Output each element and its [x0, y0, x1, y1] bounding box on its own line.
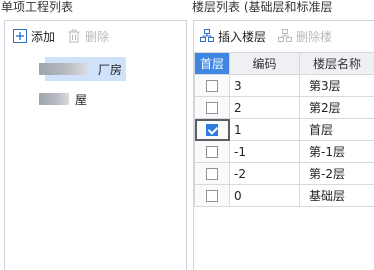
project-list-title: 单项工程列表 [1, 0, 186, 16]
delete-floor-button[interactable]: 删除楼 [278, 21, 332, 51]
delete-project-button[interactable]: 删除 [67, 21, 109, 51]
project-tree: 厂房 屋 [5, 57, 186, 111]
add-project-label: 添加 [31, 28, 55, 45]
code-cell[interactable]: 0 [230, 185, 300, 207]
floor-name-cell[interactable]: 第3层 [299, 75, 374, 97]
floor-name-cell[interactable]: 基础层 [299, 185, 374, 207]
delete-row-icon [278, 29, 292, 43]
floor-table: 首层 编码 楼层名称 3 第3层 2 第2层 1 首层 [194, 52, 374, 207]
table-row[interactable]: 1 首层 [195, 119, 374, 141]
first-floor-checkbox[interactable] [206, 124, 218, 136]
project-list-panel: 添加 删除 厂房 屋 [4, 20, 187, 270]
first-floor-checkbox[interactable] [206, 168, 218, 180]
code-cell[interactable]: 1 [230, 119, 300, 141]
table-row[interactable]: 0 基础层 [195, 185, 374, 207]
insert-floor-label: 插入楼层 [218, 28, 266, 45]
table-header-row: 首层 编码 楼层名称 [195, 53, 374, 75]
first-floor-cell[interactable] [195, 97, 230, 119]
redacted-text [39, 93, 69, 105]
table-row[interactable]: 2 第2层 [195, 97, 374, 119]
insert-floor-button[interactable]: 插入楼层 [200, 21, 266, 51]
first-floor-checkbox[interactable] [206, 190, 218, 202]
tree-item-label: 厂房 [98, 61, 122, 78]
code-cell[interactable]: 2 [230, 97, 300, 119]
floor-name-cell[interactable]: 第-2层 [299, 163, 374, 185]
code-cell[interactable]: -2 [230, 163, 300, 185]
project-toolbar: 添加 删除 [5, 21, 186, 51]
plus-square-icon [13, 29, 27, 43]
table-row[interactable]: -1 第-1层 [195, 141, 374, 163]
floor-name-cell[interactable]: 首层 [299, 119, 374, 141]
redacted-text [39, 63, 87, 75]
tree-item-project-1[interactable]: 厂房 [45, 57, 126, 81]
code-cell[interactable]: 3 [230, 75, 300, 97]
first-floor-checkbox[interactable] [206, 146, 218, 158]
first-floor-cell[interactable] [195, 141, 230, 163]
floor-list-title: 楼层列表 (基础层和标准层 [192, 0, 374, 16]
code-cell[interactable]: -1 [230, 141, 300, 163]
first-floor-cell[interactable] [195, 119, 230, 141]
floor-toolbar: 插入楼层 删除楼 [194, 21, 374, 51]
insert-row-icon [200, 29, 214, 43]
column-header-first-floor[interactable]: 首层 [195, 53, 230, 75]
first-floor-checkbox[interactable] [206, 102, 218, 114]
delete-floor-label: 删除楼 [296, 28, 332, 45]
column-header-floor-name[interactable]: 楼层名称 [299, 53, 374, 75]
floor-name-cell[interactable]: 第2层 [299, 97, 374, 119]
first-floor-cell[interactable] [195, 185, 230, 207]
table-row[interactable]: 3 第3层 [195, 75, 374, 97]
trash-icon [67, 29, 81, 43]
add-project-button[interactable]: 添加 [13, 21, 55, 51]
tree-item-label: 屋 [75, 91, 87, 108]
first-floor-cell[interactable] [195, 163, 230, 185]
column-header-code[interactable]: 编码 [230, 53, 300, 75]
table-row[interactable]: -2 第-2层 [195, 163, 374, 185]
first-floor-cell[interactable] [195, 75, 230, 97]
floor-list-panel: 插入楼层 删除楼 首层 编码 楼层名称 3 第3层 2 [193, 20, 374, 270]
floor-name-cell[interactable]: 第-1层 [299, 141, 374, 163]
delete-project-label: 删除 [85, 28, 109, 45]
first-floor-checkbox[interactable] [206, 80, 218, 92]
tree-item-project-2[interactable]: 屋 [45, 87, 126, 111]
